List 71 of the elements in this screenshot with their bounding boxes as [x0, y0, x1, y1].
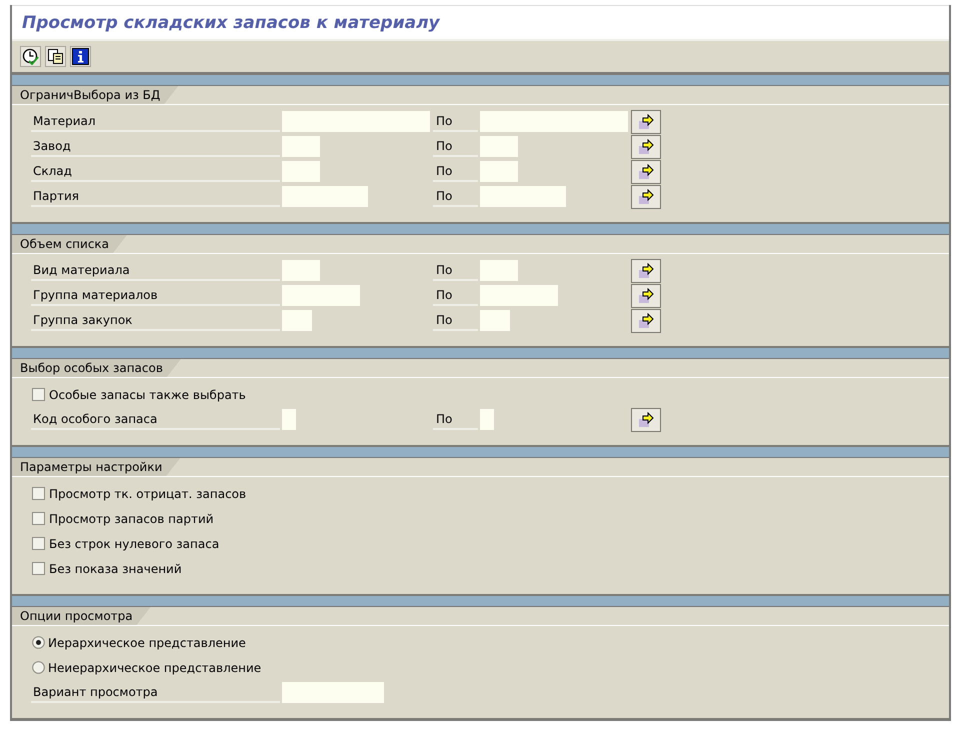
input-field[interactable]: [480, 186, 566, 207]
checkbox-label: Просмотр тк. отрицат. запасов: [49, 486, 246, 500]
input-field[interactable]: [282, 136, 320, 157]
field-label: По: [433, 186, 478, 207]
input-field[interactable]: [282, 260, 320, 281]
field-label: Группа закупок: [31, 310, 280, 331]
input-field[interactable]: [480, 136, 518, 157]
multiple-selection-button[interactable]: [631, 258, 661, 282]
arrow-icon: [638, 114, 654, 130]
multiple-selection-button[interactable]: [631, 160, 661, 184]
input-field[interactable]: [282, 310, 312, 331]
field-label: По: [433, 136, 478, 157]
arrow-icon: [638, 188, 654, 204]
multiple-selection-button[interactable]: [631, 110, 661, 134]
field-label: По: [433, 310, 478, 331]
info-icon: [72, 48, 89, 65]
input-field[interactable]: [282, 409, 296, 430]
arrow-icon: [638, 412, 654, 428]
arrow-icon: [638, 164, 654, 180]
copy-button[interactable]: [45, 46, 66, 67]
radio-label: Неиерархическое представление: [48, 660, 262, 674]
checkbox-label: Просмотр запасов партий: [49, 512, 214, 526]
documents-icon: [47, 48, 64, 65]
multiple-selection-button[interactable]: [631, 134, 661, 158]
checkbox[interactable]: [32, 388, 45, 401]
input-field[interactable]: [480, 409, 494, 430]
checkbox-label: Без показа значений: [49, 562, 182, 576]
field-label: Завод: [31, 136, 280, 157]
input-field[interactable]: [480, 111, 628, 132]
input-field[interactable]: [282, 186, 368, 207]
arrow-icon: [638, 288, 654, 304]
checkbox-label: Особые запасы также выбрать: [49, 388, 246, 402]
multiple-selection-button[interactable]: [631, 308, 661, 332]
checkbox[interactable]: [32, 512, 45, 525]
field-label: Группа материалов: [31, 285, 280, 306]
arrow-icon: [638, 138, 654, 154]
field-label: Вид материала: [31, 260, 280, 281]
input-field[interactable]: [282, 285, 360, 306]
execute-button[interactable]: [20, 46, 41, 67]
field-label: Партия: [31, 186, 280, 207]
input-field[interactable]: [282, 161, 320, 182]
input-field[interactable]: [282, 682, 384, 703]
field-label: Склад: [31, 161, 280, 182]
input-field[interactable]: [480, 310, 510, 331]
input-field[interactable]: [480, 285, 558, 306]
radio-label: Иерархическое представление: [48, 636, 246, 650]
field-label: По: [433, 260, 478, 281]
multiple-selection-button[interactable]: [631, 408, 661, 432]
field-label: Вариант просмотра: [31, 682, 280, 703]
window-title: Просмотр складских запасов к материалу: [22, 12, 440, 32]
info-button[interactable]: [70, 46, 91, 67]
field-label: Материал: [31, 111, 280, 132]
checkbox-label: Без строк нулевого запаса: [49, 536, 220, 550]
input-field[interactable]: [480, 260, 518, 281]
checkbox[interactable]: [32, 537, 45, 550]
arrow-icon: [638, 312, 654, 328]
input-field[interactable]: [282, 111, 430, 132]
radio-button[interactable]: [32, 636, 45, 649]
checkbox[interactable]: [32, 562, 45, 575]
checkbox[interactable]: [32, 487, 45, 500]
arrow-icon: [638, 262, 654, 278]
input-field[interactable]: [480, 161, 518, 182]
field-label: По: [433, 111, 478, 132]
execute-icon: [22, 48, 39, 65]
field-label: По: [433, 285, 478, 306]
multiple-selection-button[interactable]: [631, 284, 661, 308]
field-label: По: [433, 409, 478, 430]
field-label: Код особого запаса: [31, 409, 280, 430]
multiple-selection-button[interactable]: [631, 184, 661, 208]
radio-button[interactable]: [32, 661, 45, 674]
field-label: По: [433, 161, 478, 182]
